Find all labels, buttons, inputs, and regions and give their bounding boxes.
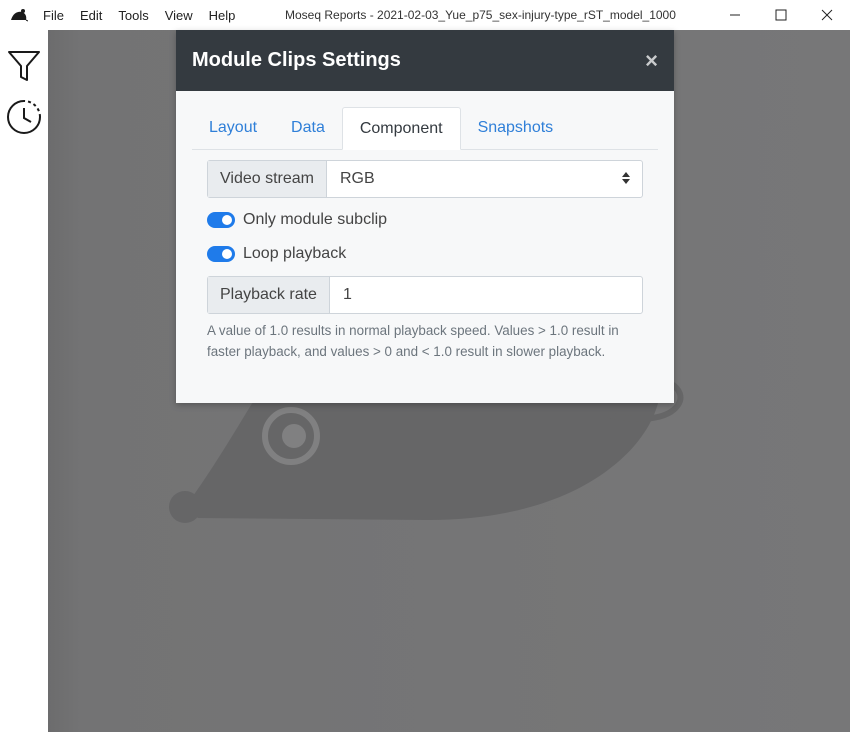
module-clips-settings-modal: Module Clips Settings × Layout Data Comp… (176, 30, 674, 403)
playback-rate-label: Playback rate (208, 277, 330, 313)
minimize-icon (730, 14, 740, 16)
playback-rate-value: 1 (342, 286, 352, 303)
sidebar (0, 30, 48, 732)
minimize-button[interactable] (712, 0, 758, 30)
menu-tools[interactable]: Tools (118, 8, 148, 23)
video-stream-value: RGB (339, 170, 375, 187)
only-module-subclip-toggle[interactable] (207, 212, 235, 228)
toggle-row-loop-playback: Loop playback (207, 237, 643, 271)
component-settings-form: Video stream RGB Only module subclip Loo… (192, 150, 658, 362)
menu-view[interactable]: View (165, 8, 193, 23)
tab-component[interactable]: Component (341, 107, 461, 150)
loop-playback-toggle[interactable] (207, 246, 235, 262)
only-module-subclip-label: Only module subclip (243, 211, 388, 228)
window-title: Moseq Reports - 2021-02-03_Yue_p75_sex-i… (285, 8, 676, 22)
settings-tabs: Layout Data Component Snapshots (192, 107, 658, 150)
window-titlebar: File Edit Tools View Help Moseq Reports … (0, 0, 850, 30)
modal-title: Module Clips Settings (192, 49, 401, 71)
mouse-logo-icon (11, 9, 28, 22)
close-icon (821, 9, 833, 21)
modal-header: Module Clips Settings × (176, 30, 674, 91)
playback-rate-input[interactable]: 1 (330, 277, 642, 313)
modal-body: Layout Data Component Snapshots Video st… (176, 91, 674, 362)
tab-data[interactable]: Data (274, 107, 342, 149)
video-stream-label: Video stream (208, 161, 327, 197)
select-arrows-icon (622, 172, 630, 184)
menu-help[interactable]: Help (209, 8, 236, 23)
history-icon[interactable] (5, 98, 43, 136)
menu-file[interactable]: File (43, 8, 64, 23)
menu-bar: File Edit Tools View Help (43, 0, 251, 30)
toggle-row-module-subclip: Only module subclip (207, 203, 643, 237)
playback-rate-help-text: A value of 1.0 results in normal playbac… (207, 323, 619, 359)
tab-snapshots[interactable]: Snapshots (461, 107, 571, 149)
modal-close-button[interactable]: × (645, 49, 658, 72)
maximize-icon (775, 9, 787, 21)
filter-icon[interactable] (5, 47, 43, 85)
loop-playback-label: Loop playback (243, 245, 347, 262)
video-stream-select[interactable]: RGB (327, 161, 642, 197)
playback-rate-group: Playback rate 1 (207, 276, 643, 314)
tab-layout[interactable]: Layout (192, 107, 274, 149)
menu-edit[interactable]: Edit (80, 8, 102, 23)
video-stream-group: Video stream RGB (207, 160, 643, 198)
close-window-button[interactable] (804, 0, 850, 30)
maximize-button[interactable] (758, 0, 804, 30)
